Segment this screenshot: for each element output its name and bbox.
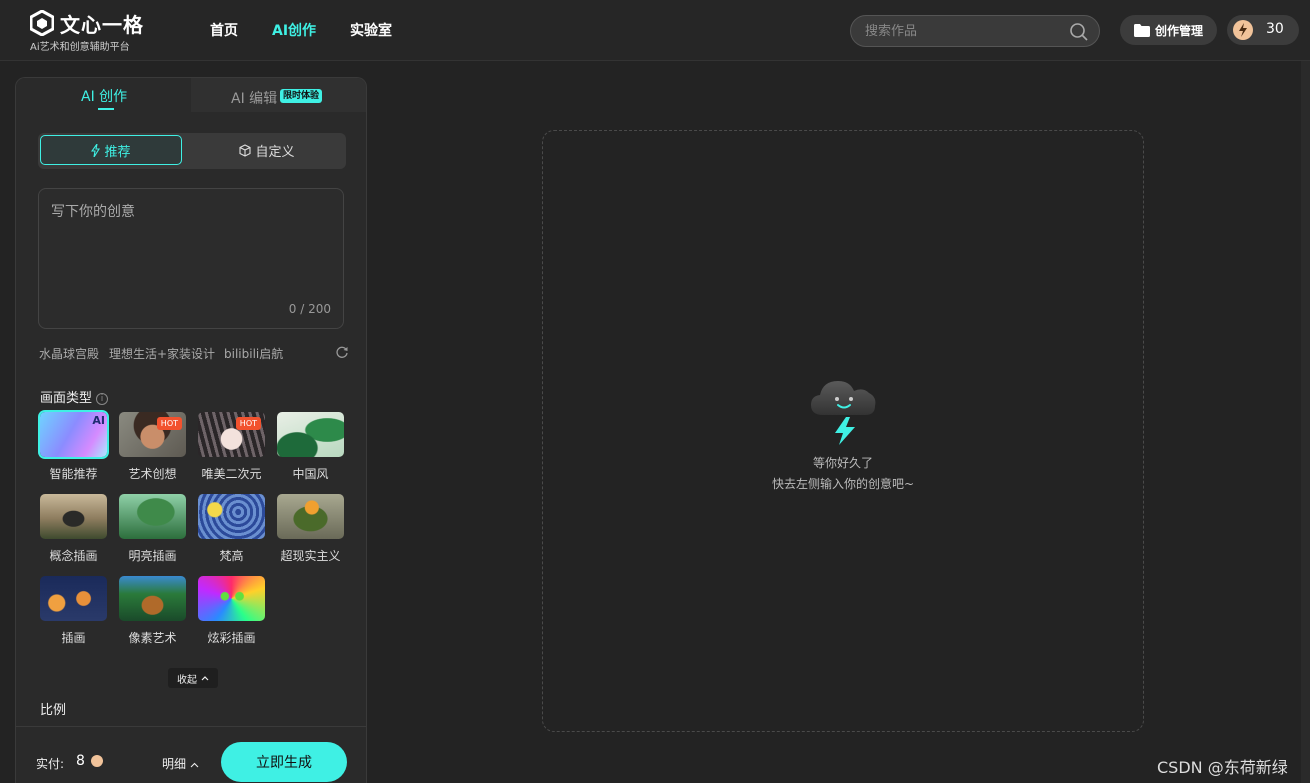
style-thumbnail: [119, 576, 186, 621]
prompt-char-count: 0 / 200: [288, 302, 331, 316]
ratio-section-title: 比例: [40, 703, 67, 718]
mode-switch: 推荐 自定义: [38, 133, 346, 169]
style-smart-recommend[interactable]: AI 智能推荐: [40, 412, 107, 482]
style-concept-illustration[interactable]: 概念插画: [40, 494, 107, 564]
creation-manage-button[interactable]: 创作管理: [1120, 15, 1217, 45]
style-section-label: 画面类型: [40, 391, 93, 406]
coin-icon: [91, 755, 103, 767]
style-illustration[interactable]: 插画: [40, 576, 107, 646]
style-art-imagine[interactable]: HOT 艺术创想: [119, 412, 186, 482]
style-section-title: 画面类型 i: [40, 387, 109, 406]
style-pixel-art[interactable]: 像素艺术: [119, 576, 186, 646]
style-surrealism[interactable]: 超现实主义: [277, 494, 344, 564]
info-icon[interactable]: i: [96, 393, 109, 405]
prompt-box: 0 / 200: [38, 188, 344, 329]
style-label: 插画: [61, 631, 86, 645]
cube-icon: [239, 143, 252, 157]
style-van-gogh[interactable]: 梵高: [198, 494, 265, 564]
logo-icon: [30, 10, 54, 36]
mode-custom-button[interactable]: 自定义: [192, 135, 342, 165]
detail-label: 明细: [162, 757, 187, 771]
credits-count: 30: [1266, 21, 1284, 37]
style-label: 中国风: [292, 467, 329, 481]
chevron-up-icon: [201, 676, 209, 681]
style-thumbnail: [40, 576, 107, 621]
logo[interactable]: 文心一格 Ai艺术和创意辅助平台: [30, 8, 180, 54]
style-label: 智能推荐: [49, 467, 98, 481]
empty-state-subtitle: 快去左侧输入你的创意吧~: [771, 477, 915, 491]
style-label: 唯美二次元: [201, 467, 262, 481]
search-input[interactable]: [865, 22, 1065, 40]
style-colorful-illustration[interactable]: 炫彩插画: [198, 576, 265, 646]
empty-state-title: 等你好久了: [812, 456, 873, 470]
ai-badge: AI: [92, 414, 105, 427]
style-thumbnail: [40, 494, 107, 539]
credits-balance[interactable]: 30: [1227, 15, 1299, 45]
limited-trial-badge: 限时体验: [280, 89, 323, 103]
pay-label: 实付:: [36, 757, 65, 771]
pay-amount: 8: [76, 753, 85, 769]
generate-button[interactable]: 立即生成: [221, 742, 347, 782]
nav-home[interactable]: 首页: [210, 20, 238, 40]
cloud-lightning-icon: [811, 381, 876, 445]
nav-ai-create[interactable]: AI创作: [272, 20, 316, 40]
creation-manage-label: 创作管理: [1154, 23, 1203, 38]
result-canvas: 等你好久了 快去左侧输入你的创意吧~: [542, 130, 1144, 732]
style-label: 艺术创想: [128, 467, 177, 481]
main-nav: 首页 AI创作 实验室: [210, 20, 392, 40]
mode-custom-label: 自定义: [255, 144, 295, 160]
search-icon[interactable]: [1069, 22, 1089, 42]
refresh-icon[interactable]: [335, 345, 349, 359]
logo-title: 文心一格: [60, 13, 144, 37]
style-label: 像素艺术: [128, 631, 177, 645]
active-tab-indicator: [98, 108, 114, 110]
chevron-up-icon: [190, 762, 199, 768]
style-thumbnail: [198, 494, 265, 539]
style-thumbnail: [277, 494, 344, 539]
style-chinese[interactable]: 中国风: [277, 412, 344, 482]
suggestion-item[interactable]: 水晶球宫殿: [39, 345, 99, 362]
style-label: 梵高: [219, 549, 244, 563]
suggestion-item[interactable]: bilibili启航: [224, 345, 283, 362]
panel-footer: 实付: 8 明细 立即生成: [16, 726, 366, 783]
mode-recommend-button[interactable]: 推荐: [40, 135, 182, 165]
panel-tabs: AI 创作 AI 编辑 限时体验: [16, 78, 366, 112]
style-label: 明亮插画: [128, 549, 177, 563]
lightning-coin-icon: [1233, 20, 1253, 40]
watermark: CSDN @东荷新绿: [1157, 758, 1288, 777]
style-thumbnail: [119, 494, 186, 539]
style-anime[interactable]: HOT 唯美二次元: [198, 412, 265, 482]
collapse-label: 收起: [177, 674, 197, 686]
suggestion-item[interactable]: 理想生活+家装设计: [109, 345, 215, 362]
collapse-button[interactable]: 收起: [168, 668, 218, 688]
lightning-icon: [91, 143, 101, 157]
search-box: [850, 15, 1100, 47]
prompt-input[interactable]: [51, 201, 331, 291]
tab-ai-edit[interactable]: AI 编辑: [231, 88, 277, 108]
style-bright-illustration[interactable]: 明亮插画: [119, 494, 186, 564]
hot-badge: HOT: [235, 417, 261, 430]
tab-edit-background: [191, 78, 366, 112]
tab-ai-create[interactable]: AI 创作: [81, 86, 127, 106]
prompt-suggestions: 水晶球宫殿 理想生活+家装设计 bilibili启航: [39, 345, 349, 363]
nav-lab[interactable]: 实验室: [350, 20, 392, 40]
hot-badge: HOT: [156, 417, 182, 430]
folder-icon: [1133, 23, 1150, 37]
style-label: 概念插画: [49, 549, 98, 563]
top-header: 文心一格 Ai艺术和创意辅助平台 首页 AI创作 实验室 创作管理 30: [0, 0, 1310, 61]
logo-subtitle: Ai艺术和创意辅助平台: [30, 42, 130, 53]
create-panel: AI 创作 AI 编辑 限时体验 推荐 自定义 0 / 200 水晶球宫殿 理想…: [15, 77, 367, 783]
style-label: 超现实主义: [280, 549, 341, 563]
style-thumbnail: [198, 576, 265, 621]
mode-recommend-label: 推荐: [104, 144, 131, 160]
style-label: 炫彩插画: [207, 631, 256, 645]
detail-toggle[interactable]: 明细: [162, 755, 199, 772]
scrollbar-track[interactable]: [1301, 61, 1310, 783]
style-thumbnail: [277, 412, 344, 457]
